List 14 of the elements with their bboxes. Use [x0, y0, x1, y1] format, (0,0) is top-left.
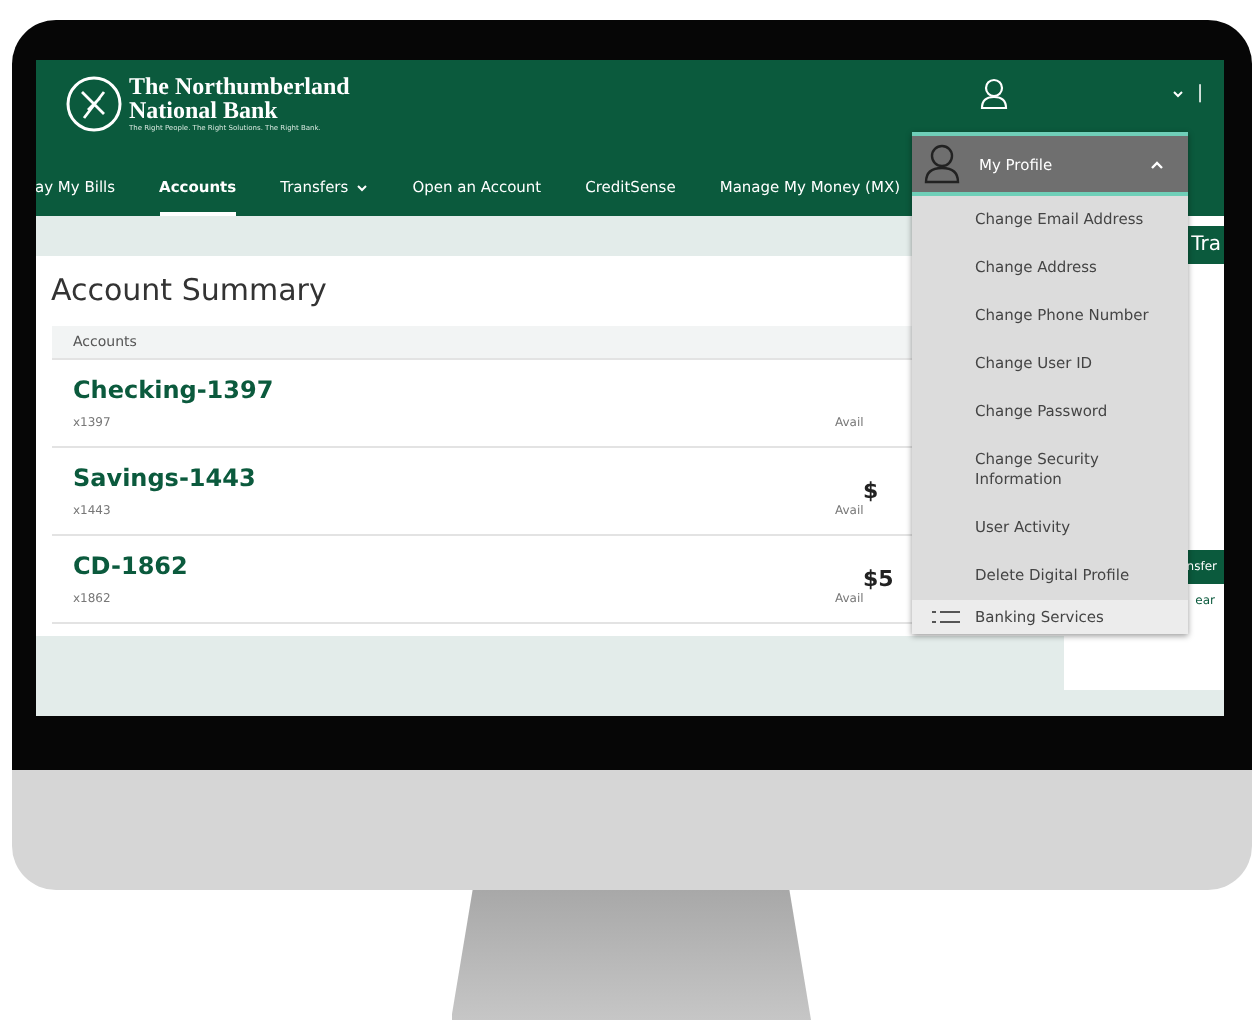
chevron-icon: [1149, 159, 1163, 169]
account-balance: $5: [863, 566, 894, 592]
account-link[interactable]: Savings-1443: [73, 464, 256, 492]
caret-icon[interactable]: [1172, 90, 1185, 98]
account-link[interactable]: Checking-1397: [73, 376, 274, 404]
bank-name: National Bank: [129, 98, 280, 122]
account-link[interactable]: CD-1862: [73, 552, 188, 580]
account-balance: $: [863, 478, 879, 504]
user-icon[interactable]: [980, 78, 1009, 110]
user-icon: [923, 144, 959, 184]
list-icon: [931, 609, 959, 625]
separator: |: [1196, 84, 1203, 104]
page-title: Account Summary: [51, 272, 329, 308]
bank-name: The Northumberland: [129, 74, 350, 98]
